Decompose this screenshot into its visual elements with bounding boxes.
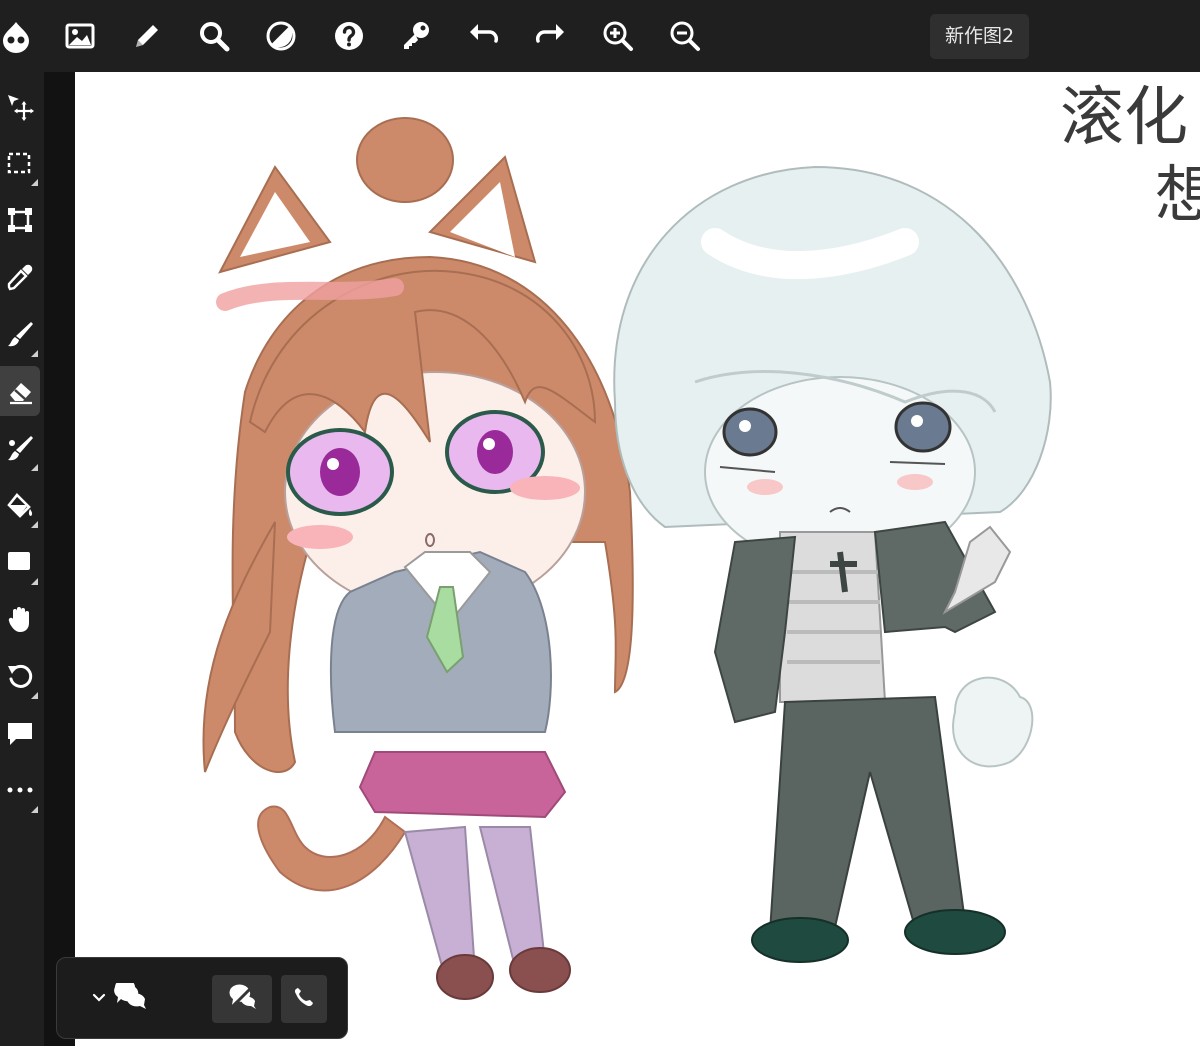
chat-off-icon [227,984,257,1014]
fill-bucket-icon[interactable] [0,480,40,530]
tool-sidebar [0,72,44,1046]
girl-hair-bun [356,117,454,203]
girl-tail [257,805,407,892]
contrast-icon[interactable] [261,16,301,56]
canvas-artwork [202,117,1052,1000]
hand-pan-icon[interactable] [0,594,40,644]
chat-bubbles-icon [113,979,147,1015]
app-logo-icon[interactable] [0,16,36,56]
phone-icon [293,986,315,1012]
girl-skirt [358,751,567,819]
brush-icon[interactable] [0,309,40,359]
boy-pants [768,695,967,934]
top-toolbar: 新作图2 [0,0,1200,72]
chat-off-button[interactable] [212,975,272,1023]
move-tool-icon[interactable] [0,82,40,132]
eraser-icon[interactable] [0,366,40,416]
chat-panel [56,957,348,1039]
drawing-canvas[interactable]: 滚化 想 [75,72,1200,1046]
boy-shirt [779,531,887,703]
search-icon[interactable] [194,16,234,56]
chevron-down-icon [91,989,107,1009]
undo-icon[interactable] [463,16,503,56]
redo-icon[interactable] [531,16,571,56]
marquee-select-icon[interactable] [0,138,40,188]
more-tools-icon[interactable] [0,765,40,815]
zoom-in-icon[interactable] [598,16,638,56]
eyedropper-icon[interactable] [0,252,40,302]
boy-tail [952,676,1034,768]
boy-right-eye [894,401,952,453]
zoom-out-icon[interactable] [665,16,705,56]
pencil-icon[interactable] [127,16,167,56]
transform-icon[interactable] [0,195,40,245]
rotate-icon[interactable] [0,651,40,701]
document-title[interactable]: 新作图2 [930,14,1030,59]
canvas-gutter [44,72,75,1046]
comment-icon[interactable] [0,708,40,758]
smudge-brush-icon[interactable] [0,423,40,473]
handwriting-text-2: 想 [1155,158,1200,231]
key-icon[interactable] [396,16,436,56]
image-icon[interactable] [60,16,100,56]
boy-left-eye [722,407,778,457]
voice-call-button[interactable] [281,975,327,1023]
help-icon[interactable] [329,16,369,56]
chat-toggle[interactable] [91,979,147,1015]
rectangle-shape-icon[interactable] [0,537,40,587]
